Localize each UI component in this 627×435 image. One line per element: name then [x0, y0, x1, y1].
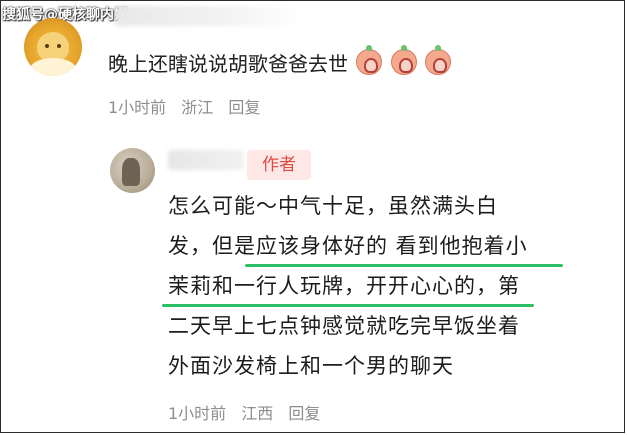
- comment-text: 晚上还瞎说说胡歌爸爸去世: [108, 52, 348, 76]
- highlight-underline: [245, 264, 563, 267]
- reply-location: 江西: [241, 404, 274, 423]
- reply-reply-button[interactable]: 回复: [288, 404, 320, 423]
- comment-meta: 1小时前 浙江 回复: [108, 94, 270, 118]
- reply-line: 茉莉和一行人玩牌，开开心心的，第: [168, 274, 520, 298]
- reply-line: 怎么可能～中气十足，虽然满头白: [168, 194, 498, 218]
- author-name-blurred: [168, 150, 244, 170]
- author-badge: 作者: [247, 150, 311, 180]
- reply-line: 二天早上七点钟感觉就吃完早饭坐着: [168, 314, 520, 338]
- comment-time: 1小时前: [108, 98, 167, 117]
- highlight-underline: [162, 304, 534, 307]
- commenter-avatar[interactable]: [24, 18, 82, 76]
- crying-face-icon: [425, 45, 452, 75]
- reply-text: 怎么可能～中气十足，虽然满头白 发，但是应该身体好的 看到他抱着小 茉莉和一行人…: [168, 186, 608, 386]
- comment-location: 浙江: [181, 98, 214, 117]
- comment-text-row: 晚上还瞎说说胡歌爸爸去世: [108, 45, 452, 77]
- commenter-name-blurred: [115, 6, 305, 26]
- comment-reply-button[interactable]: 回复: [228, 98, 260, 117]
- reply-line: 发，但是应该身体好的 看到他抱着小: [168, 234, 528, 258]
- crying-face-icon: [390, 45, 417, 75]
- reply-time: 1小时前: [168, 404, 227, 423]
- crying-face-icon: [356, 45, 383, 75]
- reply-line: 外面沙发椅上和一个男的聊天: [168, 354, 454, 378]
- reply-meta: 1小时前 江西 回复: [168, 400, 330, 424]
- author-avatar[interactable]: [110, 148, 155, 193]
